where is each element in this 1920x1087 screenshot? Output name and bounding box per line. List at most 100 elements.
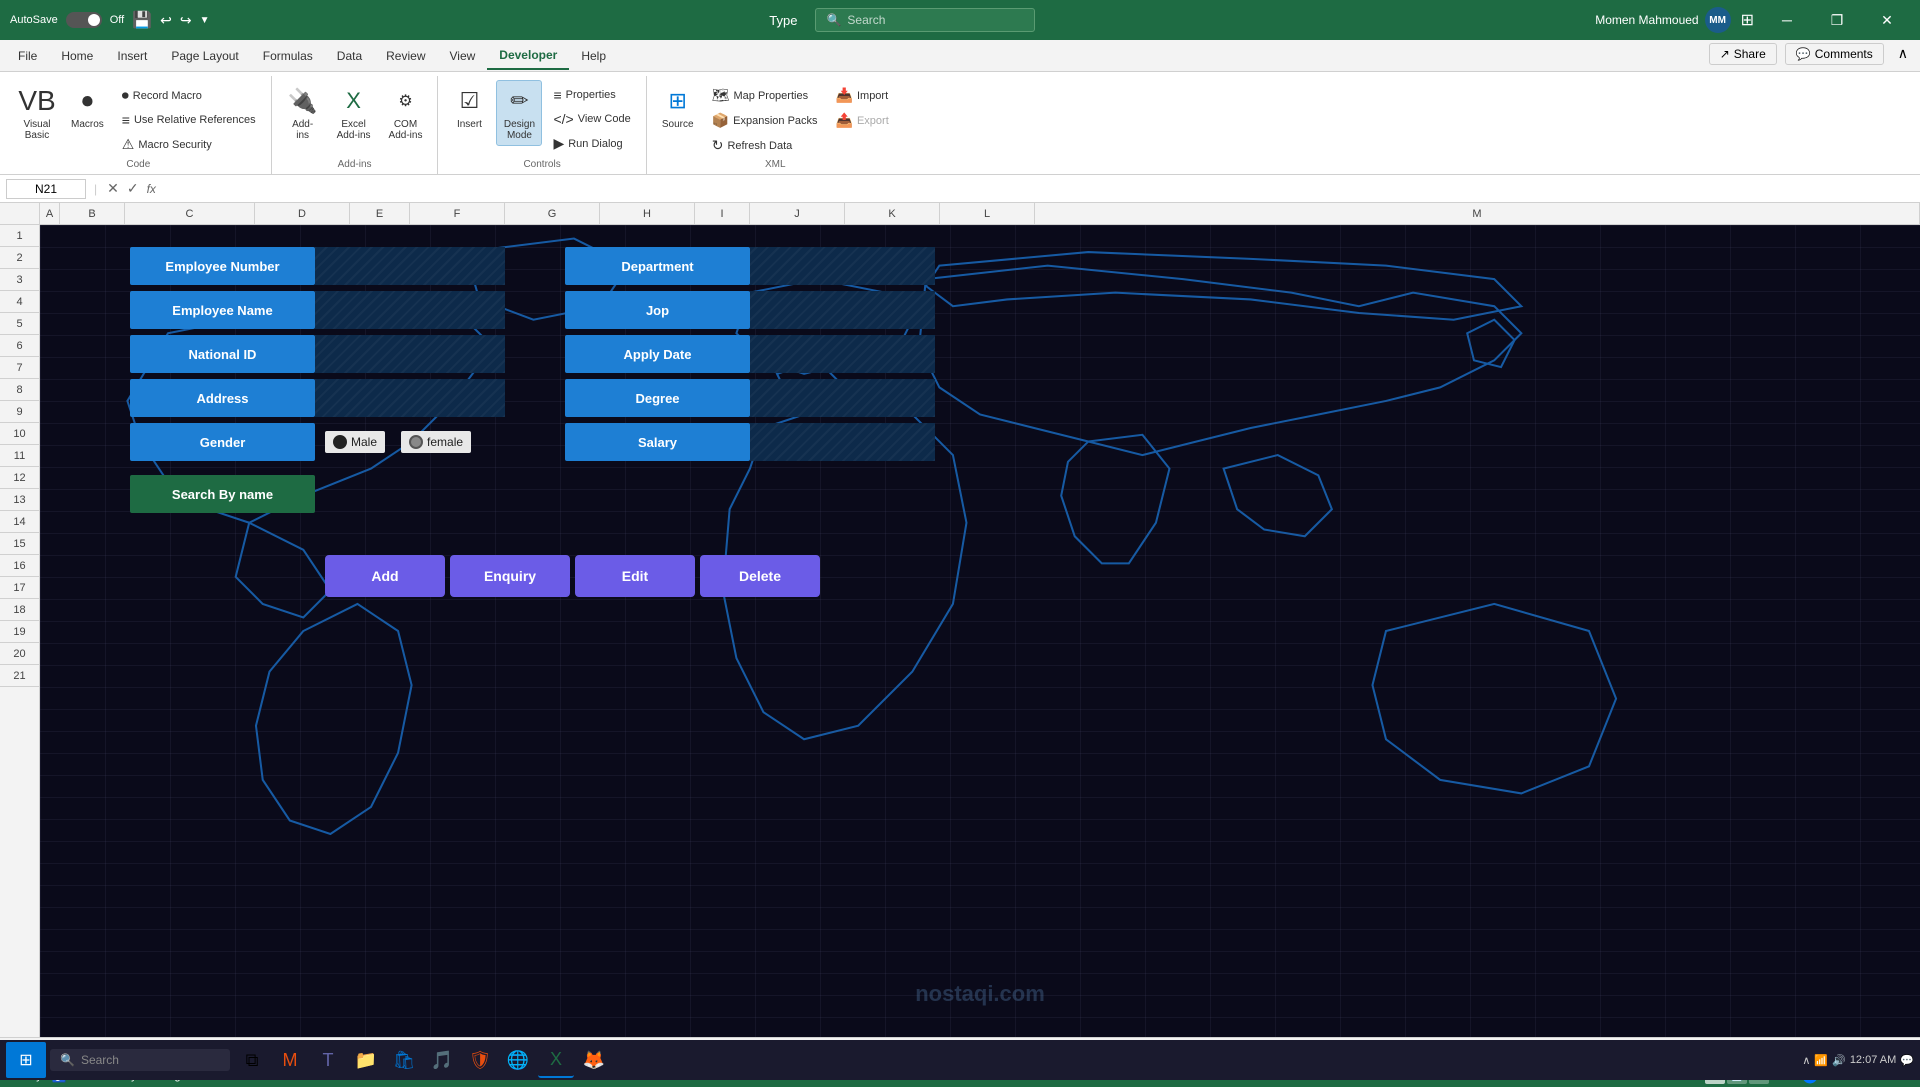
row-13[interactable]: 13 — [0, 489, 39, 511]
tab-home[interactable]: Home — [49, 43, 105, 69]
tab-page-layout[interactable]: Page Layout — [159, 43, 250, 69]
row-9[interactable]: 9 — [0, 401, 39, 423]
row-8[interactable]: 8 — [0, 379, 39, 401]
job-input[interactable] — [750, 291, 935, 329]
insert-control-button[interactable]: ☑ Insert — [446, 80, 492, 135]
restore-button[interactable]: ❐ — [1814, 5, 1860, 35]
degree-input[interactable] — [750, 379, 935, 417]
row-3[interactable]: 3 — [0, 269, 39, 291]
tab-help[interactable]: Help — [569, 43, 618, 69]
share-button[interactable]: ↗ Share — [1709, 43, 1777, 65]
quick-access-down[interactable]: ▼ — [200, 15, 210, 26]
record-macro-button[interactable]: ⏺ Record Macro — [115, 84, 263, 107]
col-header-i[interactable]: I — [695, 203, 750, 224]
employee-name-input[interactable] — [315, 291, 505, 329]
enquiry-button[interactable]: Enquiry — [450, 555, 570, 597]
title-search-box[interactable]: 🔍 Search — [815, 8, 1035, 32]
col-header-b[interactable]: B — [60, 203, 125, 224]
network-icon[interactable]: 📶 — [1814, 1054, 1828, 1067]
com-add-ins-button[interactable]: ⚙ COMAdd-ins — [382, 80, 430, 146]
col-header-l[interactable]: L — [940, 203, 1035, 224]
close-button[interactable]: ✕ — [1864, 5, 1910, 35]
teams-icon[interactable]: T — [310, 1042, 346, 1078]
visual-basic-button[interactable]: VB VisualBasic — [14, 80, 60, 146]
add-ins-button[interactable]: 🔌 Add-ins — [280, 80, 326, 146]
user-avatar[interactable]: MM — [1705, 7, 1731, 33]
tab-developer[interactable]: Developer — [487, 42, 569, 70]
department-input[interactable] — [750, 247, 935, 285]
employee-number-input[interactable] — [315, 247, 505, 285]
export-button[interactable]: 📤 Export — [829, 109, 896, 132]
col-header-c[interactable]: C — [125, 203, 255, 224]
row-4[interactable]: 4 — [0, 291, 39, 313]
row-5[interactable]: 5 — [0, 313, 39, 335]
row-20[interactable]: 20 — [0, 643, 39, 665]
tab-formulas[interactable]: Formulas — [251, 43, 325, 69]
confirm-formula-icon[interactable]: ✓ — [125, 178, 141, 199]
row-11[interactable]: 11 — [0, 445, 39, 467]
col-header-g[interactable]: G — [505, 203, 600, 224]
chrome-icon[interactable]: 🌐 — [500, 1042, 536, 1078]
col-header-j[interactable]: J — [750, 203, 845, 224]
tab-data[interactable]: Data — [325, 43, 374, 69]
run-dialog-button[interactable]: ▶ Run Dialog — [546, 132, 637, 155]
add-button[interactable]: Add — [325, 555, 445, 597]
salary-input[interactable] — [750, 423, 935, 461]
edit-button[interactable]: Edit — [575, 555, 695, 597]
row-21[interactable]: 21 — [0, 665, 39, 687]
tab-review[interactable]: Review — [374, 43, 437, 69]
excel-taskbar-icon[interactable]: X — [538, 1042, 574, 1078]
delete-button[interactable]: Delete — [700, 555, 820, 597]
row-19[interactable]: 19 — [0, 621, 39, 643]
minimize-button[interactable]: ─ — [1764, 5, 1810, 35]
volume-icon[interactable]: 🔊 — [1832, 1054, 1846, 1067]
taskbar-icon-6[interactable]: 🎵 — [424, 1042, 460, 1078]
formula-input[interactable] — [162, 179, 1914, 198]
taskview-icon[interactable]: ⧉ — [234, 1042, 270, 1078]
source-button[interactable]: ⊞ Source — [655, 80, 701, 135]
col-header-m[interactable]: M — [1035, 203, 1920, 224]
firewall-icon[interactable]: 🛡 — [462, 1042, 498, 1078]
use-relative-refs-button[interactable]: ≡ Use Relative References — [115, 109, 263, 131]
row-12[interactable]: 12 — [0, 467, 39, 489]
windows-store-icon[interactable]: 🛍 — [386, 1042, 422, 1078]
row-6[interactable]: 6 — [0, 335, 39, 357]
address-input[interactable] — [315, 379, 505, 417]
notification-icon[interactable]: 💬 — [1900, 1054, 1914, 1067]
row-16[interactable]: 16 — [0, 555, 39, 577]
taskbar-search[interactable]: 🔍 Search — [50, 1049, 230, 1071]
import-button[interactable]: 📥 Import — [829, 84, 896, 107]
col-header-h[interactable]: H — [600, 203, 695, 224]
excel-add-ins-button[interactable]: X ExcelAdd-ins — [330, 80, 378, 146]
undo-icon[interactable]: ↩ — [160, 12, 172, 29]
national-id-input[interactable] — [315, 335, 505, 373]
up-arrow-icon[interactable]: ∧ — [1802, 1054, 1810, 1067]
redo-icon[interactable]: ↪ — [180, 12, 192, 29]
refresh-data-button[interactable]: ↻ Refresh Data — [705, 134, 825, 157]
apply-date-input[interactable] — [750, 335, 935, 373]
design-mode-button[interactable]: ✏ DesignMode — [496, 80, 542, 146]
col-header-d[interactable]: D — [255, 203, 350, 224]
row-18[interactable]: 18 — [0, 599, 39, 621]
expansion-packs-button[interactable]: 📦 Expansion Packs — [705, 109, 825, 132]
comments-button[interactable]: 💬 Comments — [1785, 43, 1884, 65]
properties-button[interactable]: ≡ Properties — [546, 84, 637, 106]
start-button[interactable]: ⊞ — [6, 1042, 46, 1078]
row-14[interactable]: 14 — [0, 511, 39, 533]
insert-function-icon[interactable]: fx — [145, 180, 158, 198]
macros-button[interactable]: ⏺ Macros — [64, 80, 111, 135]
col-header-k[interactable]: K — [845, 203, 940, 224]
grid-cells[interactable]: Employee Number Employee Name National I… — [40, 225, 1920, 1037]
autosave-toggle[interactable] — [66, 12, 102, 28]
radio-male[interactable]: Male — [325, 431, 385, 453]
ribbon-collapse[interactable]: ∧ — [1892, 43, 1914, 64]
layout-icon[interactable]: ⊞ — [1741, 10, 1754, 30]
col-header-e[interactable]: E — [350, 203, 410, 224]
view-code-button[interactable]: </> View Code — [546, 108, 637, 130]
row-2[interactable]: 2 — [0, 247, 39, 269]
row-15[interactable]: 15 — [0, 533, 39, 555]
col-header-a[interactable]: A — [40, 203, 60, 224]
map-properties-button[interactable]: 🗺 Map Properties — [705, 84, 825, 107]
row-7[interactable]: 7 — [0, 357, 39, 379]
tab-insert[interactable]: Insert — [105, 43, 159, 69]
